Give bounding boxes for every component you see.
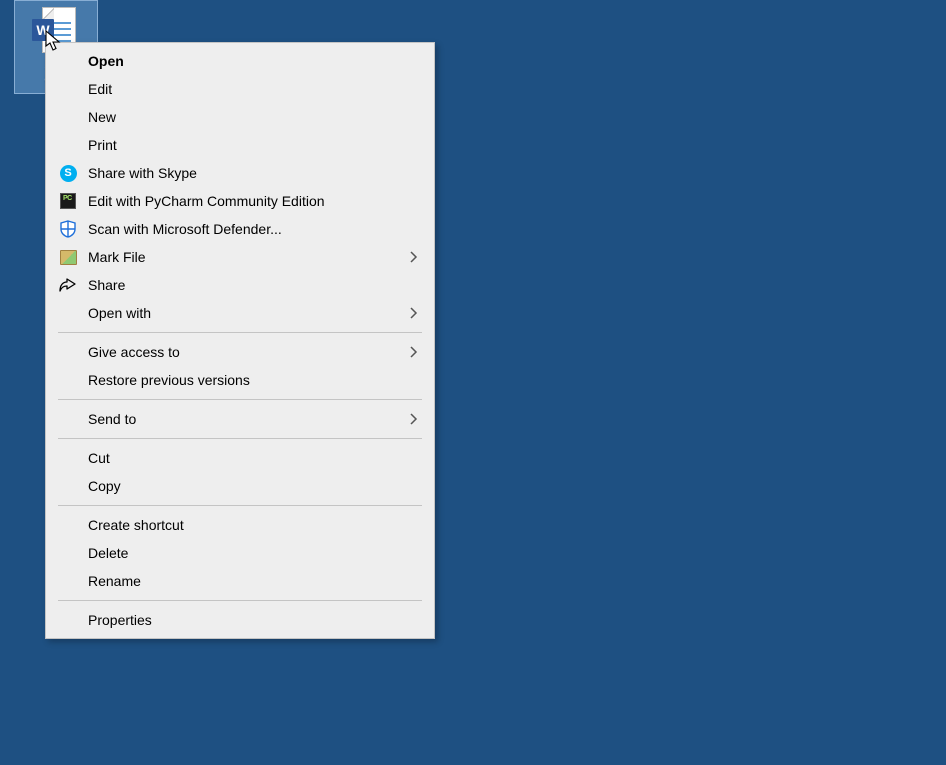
menu-restore-versions[interactable]: Restore previous versions	[46, 366, 434, 394]
chevron-right-icon	[410, 307, 418, 319]
menu-edit-pycharm[interactable]: Edit with PyCharm Community Edition	[46, 187, 434, 215]
menu-separator	[58, 600, 422, 601]
menu-new[interactable]: New	[46, 103, 434, 131]
menu-copy[interactable]: Copy	[46, 472, 434, 500]
menu-rename-label: Rename	[88, 573, 418, 589]
menu-open-label: Open	[88, 53, 418, 69]
menu-separator	[58, 399, 422, 400]
menu-print-label: Print	[88, 137, 418, 153]
menu-edit-label: Edit	[88, 81, 418, 97]
menu-send-to[interactable]: Send to	[46, 405, 434, 433]
menu-delete[interactable]: Delete	[46, 539, 434, 567]
menu-rename[interactable]: Rename	[46, 567, 434, 595]
menu-cut[interactable]: Cut	[46, 444, 434, 472]
menu-create-shortcut-label: Create shortcut	[88, 517, 418, 533]
menu-send-to-label: Send to	[88, 411, 410, 427]
menu-properties[interactable]: Properties	[46, 606, 434, 634]
menu-new-label: New	[88, 109, 418, 125]
markfile-icon	[60, 250, 77, 265]
menu-share-skype-label: Share with Skype	[88, 165, 418, 181]
word-badge: W	[32, 19, 54, 41]
pycharm-icon	[60, 193, 76, 209]
menu-create-shortcut[interactable]: Create shortcut	[46, 511, 434, 539]
menu-share-label: Share	[88, 277, 418, 293]
menu-open-with-label: Open with	[88, 305, 410, 321]
menu-restore-versions-label: Restore previous versions	[88, 372, 418, 388]
menu-cut-label: Cut	[88, 450, 418, 466]
menu-separator	[58, 438, 422, 439]
chevron-right-icon	[410, 413, 418, 425]
menu-share[interactable]: Share	[46, 271, 434, 299]
menu-edit[interactable]: Edit	[46, 75, 434, 103]
menu-separator	[58, 332, 422, 333]
menu-properties-label: Properties	[88, 612, 418, 628]
menu-separator	[58, 505, 422, 506]
context-menu: Open Edit New Print Share with Skype Edi…	[45, 42, 435, 639]
menu-edit-pycharm-label: Edit with PyCharm Community Edition	[88, 193, 418, 209]
menu-give-access[interactable]: Give access to	[46, 338, 434, 366]
menu-share-skype[interactable]: Share with Skype	[46, 159, 434, 187]
menu-copy-label: Copy	[88, 478, 418, 494]
menu-open-with[interactable]: Open with	[46, 299, 434, 327]
menu-give-access-label: Give access to	[88, 344, 410, 360]
chevron-right-icon	[410, 251, 418, 263]
menu-mark-file-label: Mark File	[88, 249, 410, 265]
chevron-right-icon	[410, 346, 418, 358]
menu-open[interactable]: Open	[46, 47, 434, 75]
share-arrow-icon	[59, 277, 77, 293]
menu-mark-file[interactable]: Mark File	[46, 243, 434, 271]
menu-delete-label: Delete	[88, 545, 418, 561]
menu-print[interactable]: Print	[46, 131, 434, 159]
menu-scan-defender[interactable]: Scan with Microsoft Defender...	[46, 215, 434, 243]
skype-icon	[60, 165, 77, 182]
defender-shield-icon	[60, 220, 76, 238]
menu-scan-defender-label: Scan with Microsoft Defender...	[88, 221, 418, 237]
